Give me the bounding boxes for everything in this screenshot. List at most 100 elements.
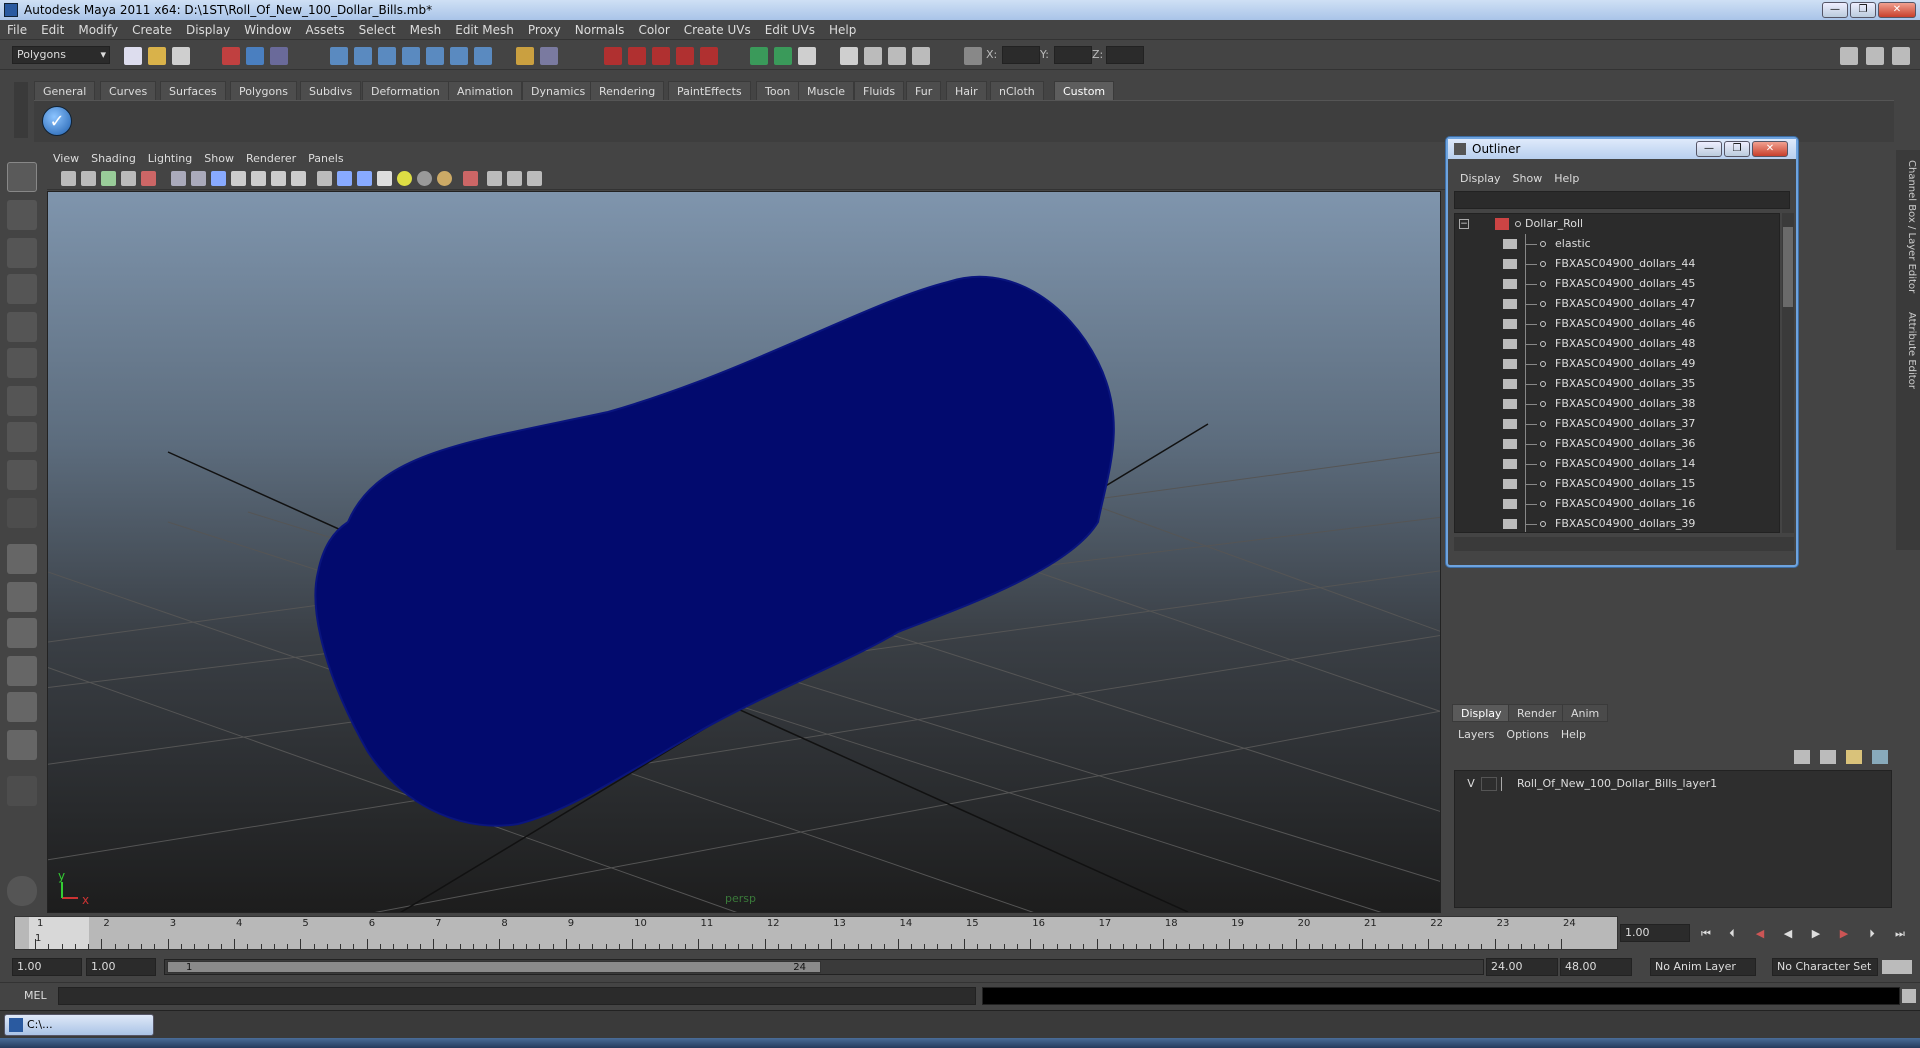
shelf-menu-handle[interactable] — [14, 82, 28, 138]
snap-curve-icon[interactable] — [354, 47, 372, 65]
shelf-tab-polygons[interactable]: Polygons — [230, 81, 297, 100]
channel-box-icon[interactable] — [840, 47, 858, 65]
safe-title-icon[interactable] — [291, 171, 306, 186]
save-scene-icon[interactable] — [172, 47, 190, 65]
layer-color-swatch[interactable] — [1501, 777, 1513, 791]
shelf-tab-surfaces[interactable]: Surfaces — [160, 81, 226, 100]
smooth-shade-icon[interactable] — [337, 171, 352, 186]
show-channel-box-icon[interactable] — [1892, 47, 1910, 65]
menu-set-dropdown[interactable]: Polygons ▾ — [12, 46, 110, 64]
range-slider[interactable]: 1 24 — [164, 959, 1484, 975]
shadows-icon[interactable] — [417, 171, 432, 186]
x-field[interactable] — [1002, 46, 1040, 64]
character-set-dropdown[interactable]: No Character Set — [1772, 958, 1878, 976]
current-frame-field[interactable]: 1.00 — [1620, 924, 1690, 942]
outliner-menu-help[interactable]: Help — [1548, 171, 1585, 187]
outliner-vertical-scrollbar[interactable] — [1782, 213, 1794, 533]
outliner-window[interactable]: Outliner — ❐ ✕ Display Show Help − Dollar_… — [1446, 137, 1798, 567]
outliner-item[interactable]: FBXASC04900_dollars_47 — [1455, 294, 1775, 314]
xray-components-icon[interactable] — [527, 171, 542, 186]
layer-menu-options[interactable]: Options — [1500, 726, 1554, 744]
panel-menu-view[interactable]: View — [47, 150, 85, 168]
layout-graph-icon[interactable] — [7, 656, 37, 686]
shelf-tab-fur[interactable]: Fur — [906, 81, 942, 100]
shelf-tab-curves[interactable]: Curves — [100, 81, 157, 100]
outliner-item[interactable]: FBXASC04900_dollars_16 — [1455, 494, 1775, 514]
y-field[interactable] — [1054, 46, 1092, 64]
shelf-tab-ncloth[interactable]: nCloth — [990, 81, 1044, 100]
z-field[interactable] — [1106, 46, 1144, 64]
attribute-editor-tab[interactable]: Attribute Editor — [1899, 312, 1917, 389]
menu-edit[interactable]: Edit — [34, 20, 71, 40]
snap-view-icon[interactable] — [450, 47, 468, 65]
layer-menu-layers[interactable]: Layers — [1452, 726, 1500, 744]
universal-manipulator-icon[interactable] — [7, 386, 37, 416]
outliner-titlebar[interactable]: Outliner — ❐ ✕ — [1448, 139, 1796, 159]
shelf-tab-hair[interactable]: Hair — [946, 81, 987, 100]
panel-menu-shading[interactable]: Shading — [85, 150, 142, 168]
collapse-icon[interactable]: − — [1459, 219, 1469, 229]
outliner-restore-button[interactable]: ❐ — [1724, 141, 1750, 157]
menu-window[interactable]: Window — [237, 20, 298, 40]
menu-file[interactable]: File — [0, 20, 34, 40]
new-layer-icon[interactable] — [1794, 750, 1810, 764]
menu-select[interactable]: Select — [352, 20, 403, 40]
menu-help[interactable]: Help — [822, 20, 863, 40]
snap-grid-icon[interactable] — [330, 47, 348, 65]
shelf-tab-muscle[interactable]: Muscle — [798, 81, 855, 100]
shelf-tab-general[interactable]: General — [34, 81, 96, 100]
render-view-icon[interactable] — [700, 47, 718, 65]
new-scene-icon[interactable] — [124, 47, 142, 65]
minimize-button[interactable]: — — [1822, 2, 1848, 18]
shelf-tab-deformation[interactable]: Deformation — [362, 81, 449, 100]
shelf-tab-dynamics[interactable]: Dynamics — [522, 81, 595, 100]
layer-type-toggle[interactable] — [1481, 777, 1497, 791]
select-object-icon[interactable] — [246, 47, 264, 65]
outliner-item[interactable]: FBXASC04900_dollars_38 — [1455, 394, 1775, 414]
lasso-tool-icon[interactable] — [7, 200, 37, 230]
move-tool-icon[interactable] — [7, 274, 37, 304]
menu-assets[interactable]: Assets — [299, 20, 352, 40]
show-manipulator-icon[interactable] — [7, 460, 37, 490]
end-time-field[interactable]: 48.00 — [1560, 958, 1632, 976]
safe-action-icon[interactable] — [271, 171, 286, 186]
layer-visibility-toggle[interactable]: V — [1463, 775, 1479, 793]
menu-display[interactable]: Display — [179, 20, 237, 40]
start-time-field[interactable]: 1.00 — [12, 958, 82, 976]
menu-normals[interactable]: Normals — [568, 20, 632, 40]
hypershade-icon[interactable] — [676, 47, 694, 65]
toggle-editor-icon[interactable] — [798, 47, 816, 65]
grid-toggle-icon[interactable] — [171, 171, 186, 186]
attribute-editor-icon[interactable] — [864, 47, 882, 65]
layer-tab-render[interactable]: Render — [1508, 704, 1566, 722]
step-back-icon[interactable]: ⏴ — [1722, 926, 1742, 942]
menu-edit-mesh[interactable]: Edit Mesh — [448, 20, 521, 40]
outliner-item[interactable]: elastic — [1455, 234, 1775, 254]
command-input[interactable] — [58, 987, 976, 1005]
outliner-item[interactable]: FBXASC04900_dollars_45 — [1455, 274, 1775, 294]
history-icon[interactable] — [516, 47, 534, 65]
scroll-thumb[interactable] — [1783, 227, 1793, 307]
mel-label[interactable]: MEL — [24, 989, 47, 1002]
snap-object-icon[interactable] — [474, 47, 492, 65]
outliner-item[interactable]: FBXASC04900_dollars_44 — [1455, 254, 1775, 274]
layout-hypershade-icon[interactable] — [7, 692, 37, 722]
outliner-filter-field[interactable] — [1454, 191, 1790, 209]
layout-outliner-icon[interactable] — [7, 618, 37, 648]
go-to-end-icon[interactable]: ⏭ — [1890, 926, 1910, 942]
go-to-start-icon[interactable]: ⏮ — [1696, 926, 1716, 942]
shelf-tab-animation[interactable]: Animation — [448, 81, 523, 100]
checkmark-icon[interactable]: ✓ — [42, 106, 72, 136]
field-chart-icon[interactable] — [251, 171, 266, 186]
move-up-layer-icon[interactable] — [1846, 750, 1862, 764]
layout-single-icon[interactable] — [7, 544, 37, 574]
ipr-render-icon[interactable] — [628, 47, 646, 65]
input-ops-icon[interactable] — [540, 47, 558, 65]
minimized-window-item[interactable]: C:\... — [4, 1014, 154, 1036]
shelf-tab-custom[interactable]: Custom — [1054, 81, 1115, 100]
soft-modification-icon[interactable] — [7, 422, 37, 452]
camera-attributes-icon[interactable] — [81, 171, 96, 186]
play-forwards-icon[interactable]: ▶ — [1806, 926, 1826, 942]
playback-end-field[interactable]: 24.00 — [1486, 958, 1558, 976]
close-button[interactable]: ✕ — [1878, 2, 1916, 18]
